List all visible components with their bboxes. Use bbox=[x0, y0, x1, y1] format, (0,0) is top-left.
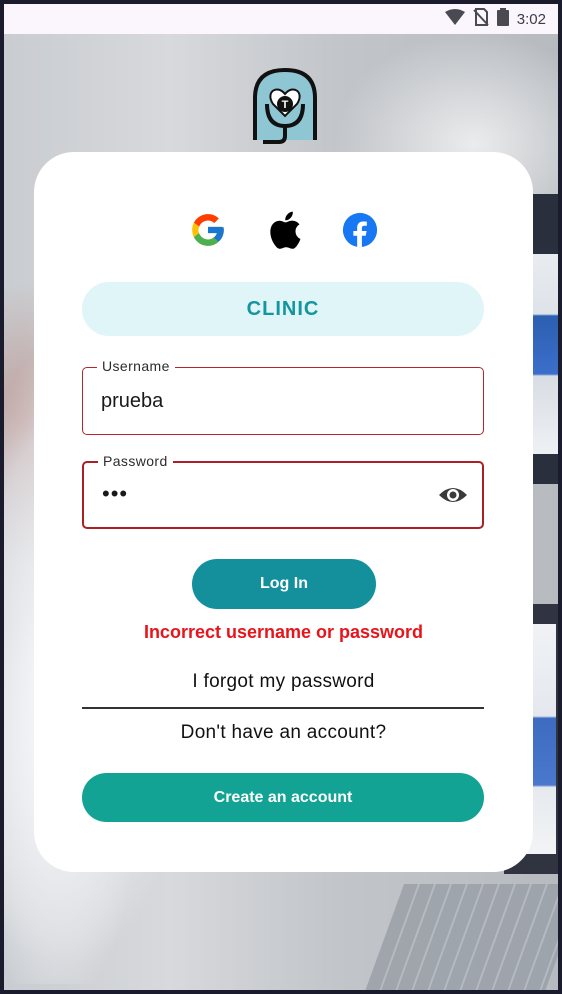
login-button[interactable]: Log In bbox=[192, 559, 376, 609]
app-screen: 3:02 T CLINIC Username prueba Password •… bbox=[4, 4, 558, 990]
create-account-button[interactable]: Create an account bbox=[82, 773, 484, 822]
password-label: Password bbox=[98, 453, 173, 469]
password-field[interactable]: Password ••• bbox=[82, 453, 484, 529]
error-message: Incorrect username or password bbox=[143, 622, 424, 642]
facebook-icon[interactable] bbox=[340, 210, 380, 250]
no-account-text: Don't have an account? bbox=[180, 722, 387, 743]
battery-icon bbox=[496, 8, 509, 30]
username-label: Username bbox=[97, 358, 175, 374]
apple-icon[interactable] bbox=[264, 210, 304, 250]
divider bbox=[82, 707, 484, 709]
logo-letter: T bbox=[282, 99, 289, 111]
google-icon[interactable] bbox=[188, 210, 228, 250]
wifi-icon bbox=[444, 9, 465, 29]
app-logo: T bbox=[247, 64, 323, 146]
username-value[interactable]: prueba bbox=[101, 390, 163, 413]
status-time: 3:02 bbox=[516, 10, 546, 28]
login-card: CLINIC Username prueba Password ••• Log … bbox=[34, 152, 533, 872]
forgot-password-link[interactable]: I forgot my password bbox=[34, 671, 533, 693]
clinic-badge: CLINIC bbox=[82, 282, 484, 336]
username-field[interactable]: Username prueba bbox=[82, 358, 484, 435]
show-password-icon[interactable] bbox=[438, 483, 468, 507]
social-login-row bbox=[34, 210, 533, 250]
no-signal-icon bbox=[473, 8, 489, 30]
password-value[interactable]: ••• bbox=[102, 481, 128, 507]
status-bar: 3:02 bbox=[4, 4, 558, 34]
